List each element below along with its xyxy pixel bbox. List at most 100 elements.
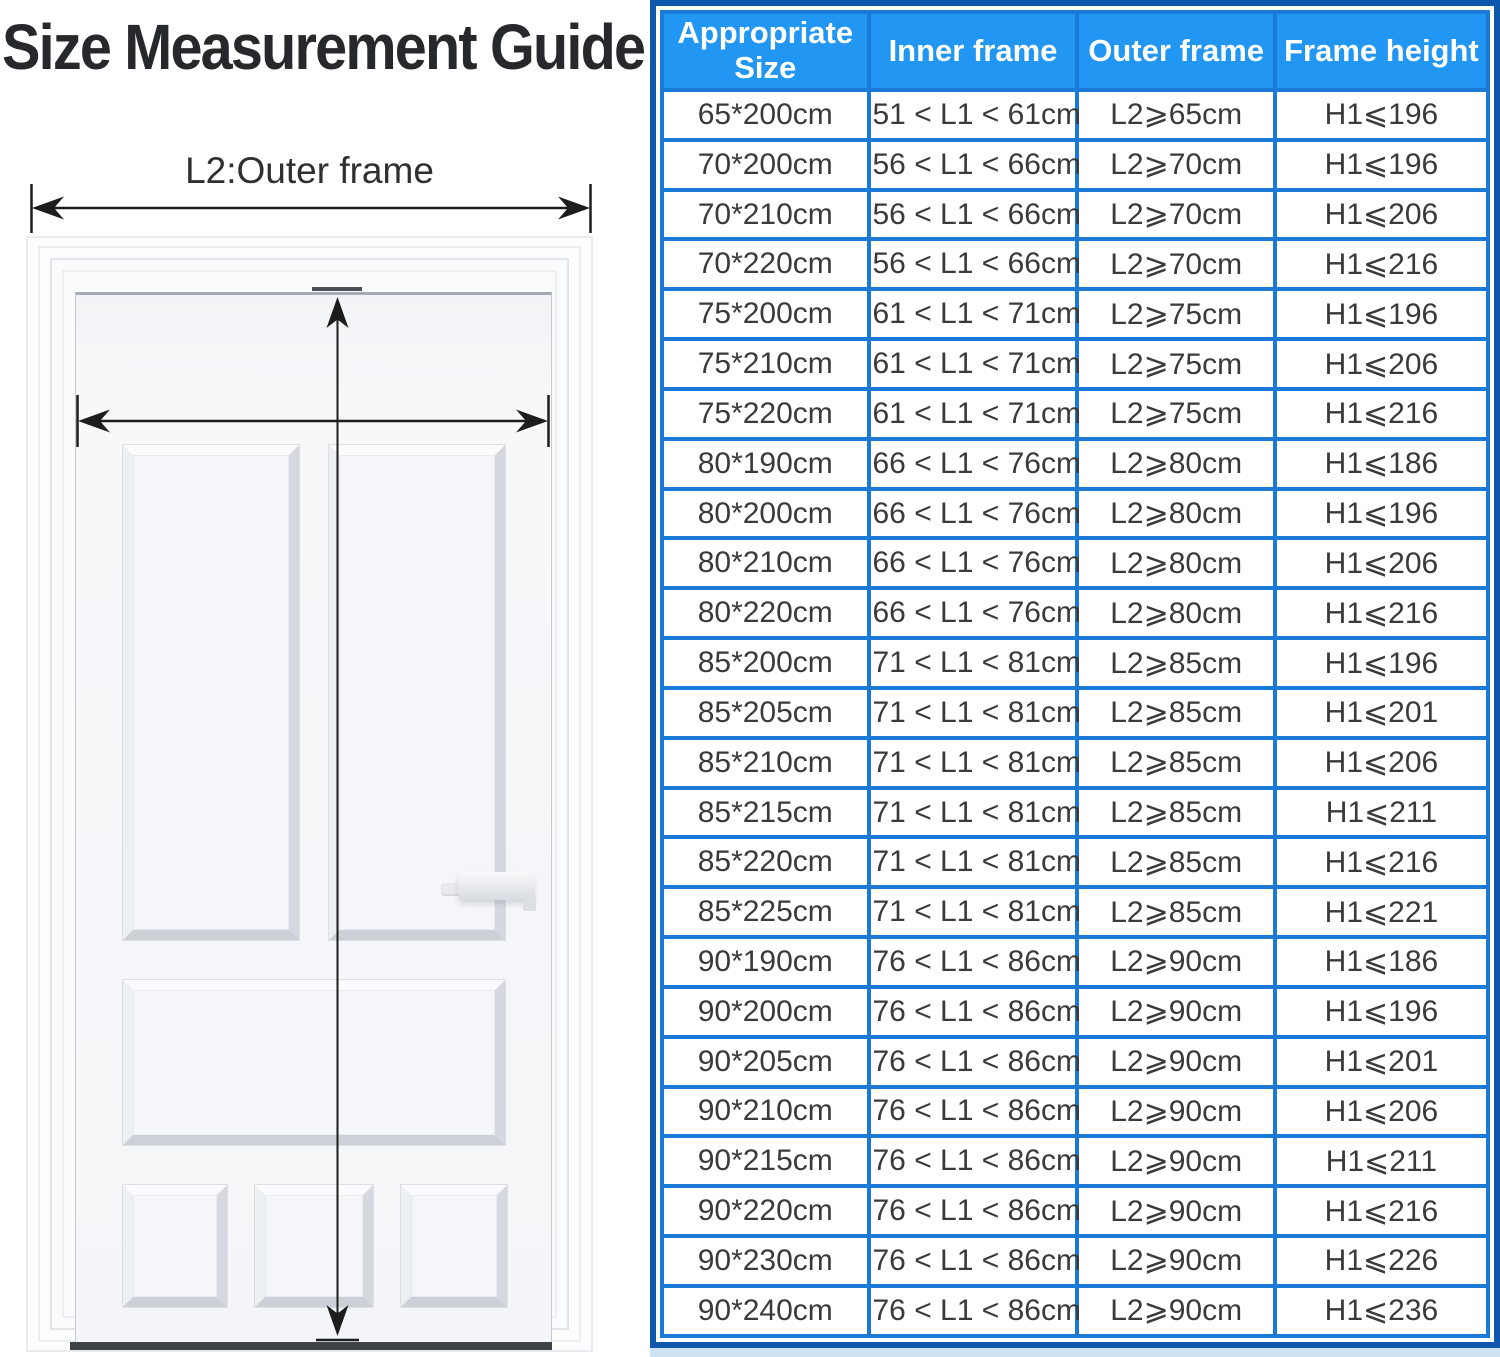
- table-row: 90*190cm76 < L1 < 86cmL2⩾90cmH1⩽186: [662, 937, 1488, 987]
- table-cell: L2⩾70cm: [1077, 140, 1274, 190]
- table-cell: L2⩾75cm: [1077, 389, 1274, 439]
- table-cell: 66 < L1 < 76cm: [869, 439, 1078, 489]
- table-row: 75*220cm61 < L1 < 71cmL2⩾75cmH1⩽216: [662, 389, 1488, 439]
- table-cell: L2⩾90cm: [1077, 1087, 1274, 1137]
- table-cell: 71 < L1 < 81cm: [869, 638, 1078, 688]
- door-slab: [75, 292, 552, 1344]
- table-cell: 85*210cm: [662, 738, 869, 788]
- header-row: Appropriate Size Inner frame Outer frame…: [662, 12, 1488, 90]
- table-row: 90*220cm76 < L1 < 86cmL2⩾90cmH1⩽216: [662, 1186, 1488, 1236]
- table-cell: H1⩽216: [1275, 239, 1488, 289]
- table-cell: H1⩽206: [1275, 538, 1488, 588]
- size-table: Appropriate Size Inner frame Outer frame…: [660, 10, 1490, 1338]
- table-cell: H1⩽201: [1275, 688, 1488, 738]
- table-cell: 76 < L1 < 86cm: [869, 1037, 1078, 1087]
- table-cell: L2⩾65cm: [1077, 90, 1274, 140]
- table-row: 65*200cm51 < L1 < 61cmL2⩾65cmH1⩽196: [662, 90, 1488, 140]
- outer-frame-label: L2:Outer frame: [26, 150, 593, 192]
- table-cell: L2⩾90cm: [1077, 1286, 1274, 1336]
- column-header-appropriate-size: Appropriate Size: [662, 12, 869, 90]
- size-measurement-guide-page: Size Measurement Guide L2:Outer frame L1…: [0, 0, 1500, 1357]
- door-panel-middle: [123, 980, 505, 1145]
- table-row: 90*210cm76 < L1 < 86cmL2⩾90cmH1⩽206: [662, 1087, 1488, 1137]
- table-cell: 85*200cm: [662, 638, 869, 688]
- table-cell: 56 < L1 < 66cm: [869, 140, 1078, 190]
- table-cell: L2⩾85cm: [1077, 688, 1274, 738]
- table-row: 85*215cm71 < L1 < 81cmL2⩾85cmH1⩽211: [662, 788, 1488, 838]
- table-cell: L2⩾90cm: [1077, 987, 1274, 1037]
- column-header-frame-height: Frame height: [1275, 12, 1488, 90]
- table-cell: H1⩽201: [1275, 1037, 1488, 1087]
- table-cell: 56 < L1 < 66cm: [869, 190, 1078, 240]
- table-cell: H1⩽221: [1275, 887, 1488, 937]
- table-cell: 61 < L1 < 71cm: [869, 339, 1078, 389]
- table-cell: 80*220cm: [662, 588, 869, 638]
- table-cell: 75*200cm: [662, 289, 869, 339]
- table-cell: L2⩾85cm: [1077, 837, 1274, 887]
- door-diagram-pane: Size Measurement Guide L2:Outer frame L1…: [0, 0, 655, 1357]
- table-cell: H1⩽216: [1275, 1186, 1488, 1236]
- table-cell: L2⩾80cm: [1077, 538, 1274, 588]
- table-cell: 71 < L1 < 81cm: [869, 688, 1078, 738]
- table-cell: L2⩾85cm: [1077, 638, 1274, 688]
- table-cell: H1⩽206: [1275, 738, 1488, 788]
- table-cell: H1⩽196: [1275, 90, 1488, 140]
- table-cell: H1⩽226: [1275, 1236, 1488, 1286]
- table-row: 90*230cm76 < L1 < 86cmL2⩾90cmH1⩽226: [662, 1236, 1488, 1286]
- table-cell: 71 < L1 < 81cm: [869, 837, 1078, 887]
- table-cell: 76 < L1 < 86cm: [869, 1186, 1078, 1236]
- table-cell: 75*220cm: [662, 389, 869, 439]
- table-cell: 65*200cm: [662, 90, 869, 140]
- table-row: 70*210cm56 < L1 < 66cmL2⩾70cmH1⩽206: [662, 190, 1488, 240]
- table-row: 85*210cm71 < L1 < 81cmL2⩾85cmH1⩽206: [662, 738, 1488, 788]
- table-cell: L2⩾70cm: [1077, 190, 1274, 240]
- door-threshold: [70, 1342, 552, 1350]
- table-cell: 71 < L1 < 81cm: [869, 887, 1078, 937]
- table-cell: 80*210cm: [662, 538, 869, 588]
- table-row: 70*200cm56 < L1 < 66cmL2⩾70cmH1⩽196: [662, 140, 1488, 190]
- table-cell: L2⩾90cm: [1077, 1186, 1274, 1236]
- table-cell: 90*190cm: [662, 937, 869, 987]
- table-cell: H1⩽196: [1275, 987, 1488, 1037]
- table-row: 75*210cm61 < L1 < 71cmL2⩾75cmH1⩽206: [662, 339, 1488, 389]
- table-cell: L2⩾85cm: [1077, 738, 1274, 788]
- door-panel-bottom-left: [123, 1185, 227, 1307]
- table-cell: H1⩽206: [1275, 339, 1488, 389]
- table-bottom-strip: [650, 1348, 1500, 1357]
- table-cell: 85*215cm: [662, 788, 869, 838]
- table-cell: H1⩽236: [1275, 1286, 1488, 1336]
- door-panel-bottom-center: [255, 1185, 373, 1307]
- page-title: Size Measurement Guide: [2, 10, 632, 84]
- table-cell: 76 < L1 < 86cm: [869, 1136, 1078, 1186]
- table-cell: 90*230cm: [662, 1236, 869, 1286]
- table-cell: H1⩽196: [1275, 289, 1488, 339]
- table-cell: 90*215cm: [662, 1136, 869, 1186]
- table-cell: 76 < L1 < 86cm: [869, 937, 1078, 987]
- table-cell: 90*205cm: [662, 1037, 869, 1087]
- table-cell: 76 < L1 < 86cm: [869, 987, 1078, 1037]
- table-row: 90*205cm76 < L1 < 86cmL2⩾90cmH1⩽201: [662, 1037, 1488, 1087]
- table-cell: H1⩽196: [1275, 489, 1488, 539]
- table-cell: H1⩽196: [1275, 140, 1488, 190]
- table-cell: H1⩽211: [1275, 1136, 1488, 1186]
- table-row: 85*220cm71 < L1 < 81cmL2⩾85cmH1⩽216: [662, 837, 1488, 887]
- table-cell: 56 < L1 < 66cm: [869, 239, 1078, 289]
- table-cell: L2⩾80cm: [1077, 588, 1274, 638]
- table-cell: H1⩽206: [1275, 1087, 1488, 1137]
- table-cell: H1⩽186: [1275, 937, 1488, 987]
- table-row: 90*215cm76 < L1 < 86cmL2⩾90cmH1⩽211: [662, 1136, 1488, 1186]
- table-cell: H1⩽216: [1275, 588, 1488, 638]
- table-row: 90*200cm76 < L1 < 86cmL2⩾90cmH1⩽196: [662, 987, 1488, 1037]
- table-cell: H1⩽206: [1275, 190, 1488, 240]
- column-header-outer-frame: Outer frame: [1077, 12, 1274, 90]
- table-cell: H1⩽196: [1275, 638, 1488, 688]
- table-cell: L2⩾80cm: [1077, 439, 1274, 489]
- table-cell: 75*210cm: [662, 339, 869, 389]
- table-cell: 70*220cm: [662, 239, 869, 289]
- table-cell: 85*205cm: [662, 688, 869, 738]
- table-row: 80*200cm66 < L1 < 76cmL2⩾80cmH1⩽196: [662, 489, 1488, 539]
- table-cell: 80*190cm: [662, 439, 869, 489]
- table-cell: 70*210cm: [662, 190, 869, 240]
- table-cell: L2⩾90cm: [1077, 937, 1274, 987]
- table-cell: L2⩾90cm: [1077, 1136, 1274, 1186]
